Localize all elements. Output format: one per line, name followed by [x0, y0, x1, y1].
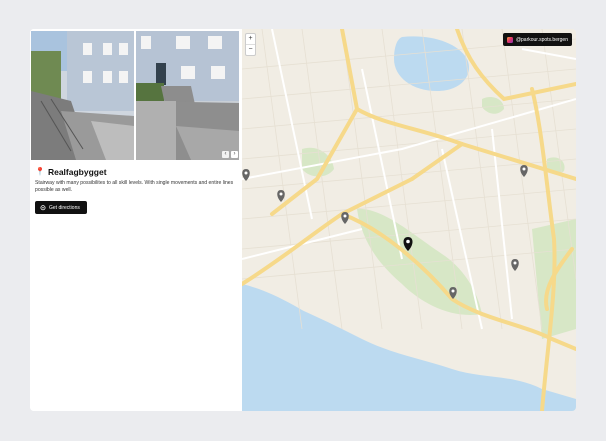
photo-gallery[interactable]: ‹ ›: [31, 31, 239, 160]
get-directions-button[interactable]: Get directions: [35, 201, 87, 214]
instagram-handle: @parkour.spots.bergen: [515, 36, 568, 43]
get-directions-label: Get directions: [49, 204, 80, 211]
spot-details-panel: ‹ › 📍 Realfagbygget Stairway with many p…: [30, 29, 242, 411]
zoom-control: + −: [245, 33, 256, 56]
red-pin-icon: 📍: [35, 167, 45, 176]
spot-photo-2[interactable]: ‹ ›: [136, 31, 239, 160]
instagram-link-button[interactable]: @parkour.spots.bergen: [502, 33, 572, 46]
carousel-next-button[interactable]: ›: [231, 151, 238, 158]
spot-card: ‹ › 📍 Realfagbygget Stairway with many p…: [30, 29, 576, 411]
spot-title-row: 📍 Realfagbygget: [35, 167, 107, 177]
spot-title: Realfagbygget: [47, 167, 107, 177]
map-canvas[interactable]: [242, 29, 576, 411]
spot-photo-1[interactable]: [31, 31, 134, 160]
instagram-icon: [506, 36, 513, 43]
location-pin-icon: [40, 204, 46, 210]
zoom-in-button[interactable]: +: [246, 34, 255, 44]
map[interactable]: + − @parkour.spots.bergen: [242, 29, 576, 411]
zoom-out-button[interactable]: −: [246, 44, 255, 55]
spot-description: Stairway with many possibilites to all s…: [35, 180, 234, 193]
carousel-prev-button[interactable]: ‹: [222, 151, 229, 158]
